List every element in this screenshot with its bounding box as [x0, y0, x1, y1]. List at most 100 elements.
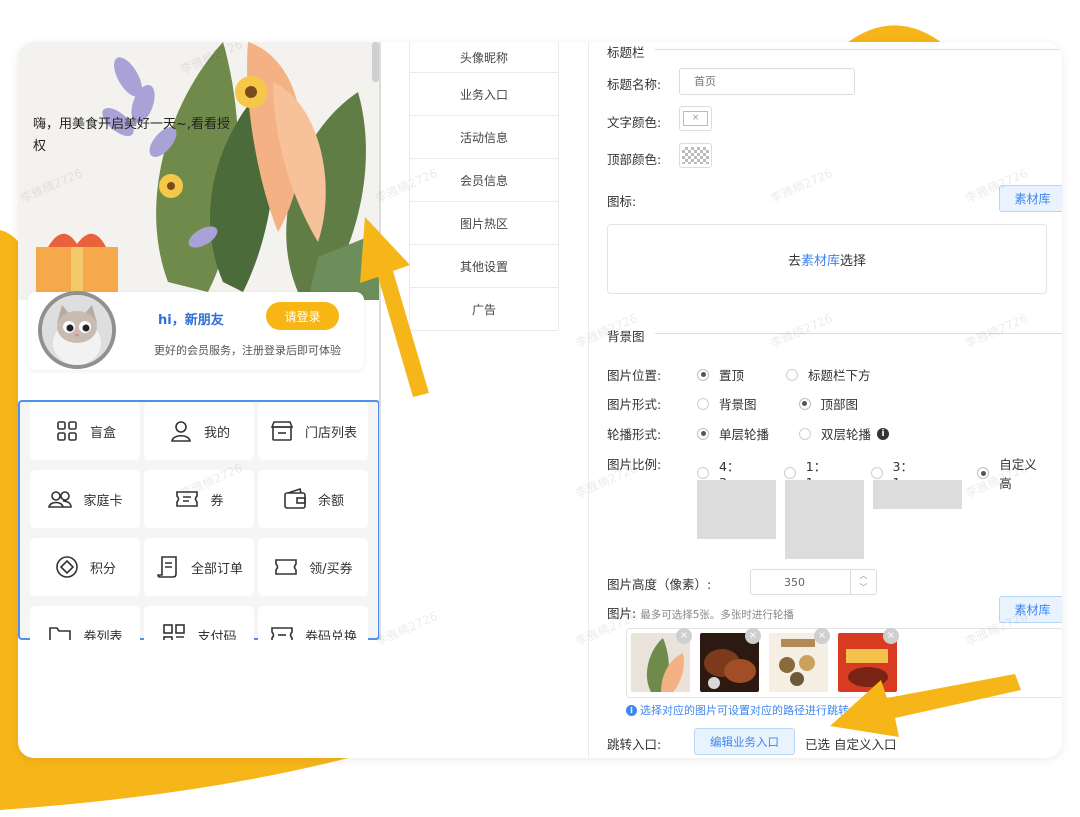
- tab-business-entry[interactable]: 业务入口: [410, 72, 558, 115]
- remove-image-icon[interactable]: ×: [745, 628, 761, 644]
- text-color-picker[interactable]: ×: [679, 106, 712, 131]
- image-position-group: 置顶 标题栏下方: [697, 365, 871, 384]
- coupon-icon: [275, 559, 298, 575]
- apps-grid-icon: [57, 421, 77, 441]
- jump-entry-label: 跳转入口:: [607, 737, 662, 752]
- section-divider: [655, 49, 1062, 50]
- edit-business-entry-button[interactable]: 编辑业务入口: [694, 728, 795, 755]
- tab-image-hotspot[interactable]: 图片热区: [410, 201, 558, 244]
- radio-below-title[interactable]: 标题栏下方: [786, 365, 871, 384]
- icon-label: 图标:: [607, 194, 637, 209]
- image-position-label: 图片位置:: [607, 368, 662, 383]
- top-color-label: 顶部颜色:: [607, 152, 662, 167]
- entry-label: 全部订单: [190, 561, 243, 577]
- pick-suffix: 选择: [840, 253, 867, 269]
- image-height-label: 图片高度（像素）:: [607, 577, 712, 592]
- phone-scrollbar[interactable]: [372, 42, 379, 82]
- entry-label: 券码兑换: [304, 629, 357, 641]
- entry-coupon[interactable]: 券: [144, 470, 254, 528]
- library-link[interactable]: 素材库: [801, 250, 840, 269]
- radio-single-carousel[interactable]: 单层轮播: [697, 424, 769, 443]
- remove-image-icon[interactable]: ×: [676, 628, 692, 644]
- wallet-icon: [284, 487, 306, 509]
- login-button[interactable]: 请登录: [266, 302, 339, 330]
- entry-pay-code[interactable]: 支付码: [144, 606, 254, 640]
- entry-label: 余额: [317, 493, 344, 509]
- images-hint: 最多可选择5张。多张时进行轮播: [640, 609, 794, 621]
- points-icon: [56, 556, 78, 578]
- member-card: hi，新朋友 请登录 更好的会员服务，注册登录后即可体验: [28, 291, 364, 370]
- ratio-preview-1-1: [785, 480, 864, 559]
- member-greeting: hi，新朋友: [158, 313, 224, 328]
- section-divider: [655, 333, 1062, 334]
- tab-avatar-nickname[interactable]: 头像昵称: [410, 42, 558, 72]
- section-title-bar: 标题栏: [607, 45, 645, 60]
- carousel-form-label: 轮播形式:: [607, 427, 662, 442]
- entry-points[interactable]: 积分: [30, 538, 140, 596]
- icon-library-button[interactable]: 素材库: [999, 185, 1062, 212]
- editor-card: 嗨，用美食开启美好一天~,看看授权 hi，新朋友 请登录 更好的会员服务，注册登…: [18, 42, 1062, 758]
- title-name-label: 标题名称:: [607, 77, 662, 92]
- phone-edge: [379, 42, 381, 640]
- radio-top[interactable]: 置顶: [697, 365, 744, 384]
- image-height-value: 350: [784, 576, 805, 589]
- stepper-arrows-icon[interactable]: ︿ ﹀: [850, 570, 876, 594]
- entry-label: 领/买券: [309, 561, 353, 577]
- entry-label: 盲盒: [89, 425, 116, 441]
- section-background: 背景图: [607, 329, 645, 344]
- folder-icon: [49, 627, 72, 640]
- qrcode-icon: [163, 624, 186, 640]
- entry-label: 支付码: [197, 629, 237, 641]
- remove-image-icon[interactable]: ×: [883, 628, 899, 644]
- tab-member-info[interactable]: 会员信息: [410, 158, 558, 201]
- entry-mine[interactable]: 我的: [144, 402, 254, 460]
- banner-illustration: 嗨，用美食开启美好一天~,看看授权: [18, 42, 380, 300]
- remove-image-icon[interactable]: ×: [814, 628, 830, 644]
- avatar: [38, 291, 116, 369]
- image-form-label: 图片形式:: [607, 397, 662, 412]
- ratio-preview-4-3: [697, 480, 776, 539]
- entry-family-card[interactable]: 家庭卡: [30, 470, 140, 528]
- title-name-input[interactable]: [679, 68, 855, 95]
- greeting-text: 嗨，用美食开启美好一天~,看看授权: [33, 117, 231, 154]
- entry-all-orders[interactable]: 全部订单: [144, 538, 254, 596]
- entry-label: 家庭卡: [83, 493, 123, 509]
- order-icon: [157, 556, 177, 578]
- image-height-stepper[interactable]: 350 ︿ ﹀: [750, 569, 877, 595]
- entry-balance[interactable]: 余额: [258, 470, 368, 528]
- entry-label: 我的: [203, 425, 230, 441]
- image-ratio-label: 图片比例:: [607, 457, 662, 472]
- radio-ratio-custom[interactable]: 自定义高: [977, 454, 1047, 492]
- radio-top-image[interactable]: 顶部图: [798, 394, 858, 413]
- business-entry-grid: 盲盒 我的 门店列表 家庭卡 券 余额 积分 全部订单 领/买券 券列表 支付码…: [18, 400, 380, 640]
- entry-get-buy-coupon[interactable]: 领/买券: [258, 538, 368, 596]
- entry-label: 券列表: [83, 629, 123, 641]
- entry-blind-box[interactable]: 盲盒: [30, 402, 140, 460]
- store-icon: [270, 421, 294, 441]
- member-tip: 更好的会员服务，注册登录后即可体验: [154, 344, 341, 357]
- text-color-label: 文字颜色:: [607, 115, 662, 130]
- exchange-icon: [271, 627, 293, 640]
- settings-tabs: 头像昵称 业务入口 活动信息 会员信息 图片热区 其他设置 广告: [409, 42, 559, 331]
- panel-divider: [588, 42, 589, 758]
- carousel-form-group: 单层轮播 双层轮播 i: [697, 424, 890, 443]
- entry-code-exchange[interactable]: 券码兑换: [258, 606, 368, 640]
- top-color-picker[interactable]: [679, 143, 712, 168]
- pick-prefix: 去: [787, 253, 801, 269]
- entry-coupon-list[interactable]: 券列表: [30, 606, 140, 640]
- jump-selected-text: 已选 自定义入口: [805, 737, 897, 752]
- tab-other-settings[interactable]: 其他设置: [410, 244, 558, 287]
- phone-preview: 嗨，用美食开启美好一天~,看看授权 hi，新朋友 请登录 更好的会员服务，注册登…: [18, 42, 380, 640]
- info-icon[interactable]: i: [877, 427, 890, 440]
- watermark: 李雅楠2726: [373, 609, 440, 649]
- radio-background-image[interactable]: 背景图: [697, 394, 757, 413]
- radio-double-carousel[interactable]: 双层轮播 i: [799, 424, 890, 443]
- entry-label: 券: [210, 493, 224, 509]
- icon-picker-box[interactable]: 去素材库 选择: [607, 224, 1047, 294]
- images-library-button[interactable]: 素材库: [999, 596, 1062, 623]
- tab-ads[interactable]: 广告: [410, 287, 558, 330]
- user-icon: [171, 421, 191, 442]
- ratio-preview-3-1: [873, 480, 962, 509]
- tab-activity-info[interactable]: 活动信息: [410, 115, 558, 158]
- entry-store-list[interactable]: 门店列表: [258, 402, 368, 460]
